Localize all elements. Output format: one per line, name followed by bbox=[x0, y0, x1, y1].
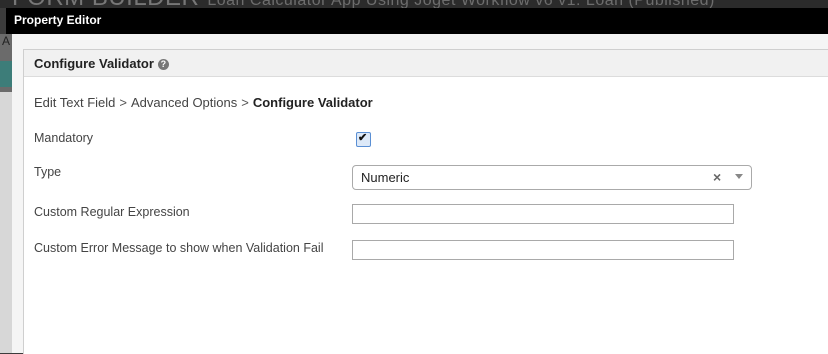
custom-error-input[interactable] bbox=[352, 240, 734, 260]
breadcrumb-current: Configure Validator bbox=[252, 95, 373, 110]
panel-title-text: Configure Validator bbox=[34, 56, 154, 71]
panel-title: Configure Validator? bbox=[34, 56, 169, 71]
background-app-title: FORM BUILDER Loan Calculator App Using Jo… bbox=[12, 0, 715, 8]
type-select[interactable]: Numeric × bbox=[352, 165, 752, 190]
background-pale-area bbox=[0, 92, 12, 353]
mandatory-label: Mandatory bbox=[34, 131, 94, 145]
dialog-titlebar[interactable]: Property Editor bbox=[6, 8, 828, 34]
breadcrumb-separator: > bbox=[241, 95, 249, 110]
panel-header: Configure Validator? bbox=[24, 50, 828, 77]
app-subtitle: Loan Calculator App Using Joget Workflow… bbox=[207, 0, 715, 8]
dialog-body: Configure Validator? Edit Text Field > Adv… bbox=[12, 34, 828, 354]
background-app-header: FORM BUILDER Loan Calculator App Using Jo… bbox=[0, 0, 828, 8]
clear-selection-icon[interactable]: × bbox=[713, 169, 721, 185]
custom-regex-label: Custom Regular Expression bbox=[34, 205, 190, 219]
breadcrumb: Edit Text Field > Advanced Options > Configu… bbox=[34, 95, 373, 110]
dropdown-arrow-icon[interactable] bbox=[735, 174, 743, 179]
background-left-tab: A bbox=[2, 34, 11, 48]
form-builder-title: FORM BUILDER bbox=[12, 0, 199, 8]
breadcrumb-item-edit-text-field[interactable]: Edit Text Field bbox=[34, 95, 115, 110]
type-label: Type bbox=[34, 165, 62, 179]
background-teal-bar bbox=[0, 61, 12, 87]
custom-regex-input[interactable] bbox=[352, 204, 734, 224]
type-select-value: Numeric bbox=[361, 170, 410, 185]
dialog-title: Property Editor bbox=[14, 13, 102, 27]
help-icon[interactable]: ? bbox=[157, 59, 169, 70]
background-left-strip: A bbox=[0, 34, 12, 353]
custom-error-label: Custom Error Message to show when Valida… bbox=[34, 241, 324, 255]
breadcrumb-item-advanced-options[interactable]: Advanced Options bbox=[131, 95, 237, 110]
mandatory-checkbox[interactable]: ✔ bbox=[356, 132, 371, 147]
checkmark-icon: ✔ bbox=[358, 132, 368, 144]
breadcrumb-separator: > bbox=[119, 95, 128, 110]
property-panel: Configure Validator? Edit Text Field > Adv… bbox=[23, 49, 828, 354]
